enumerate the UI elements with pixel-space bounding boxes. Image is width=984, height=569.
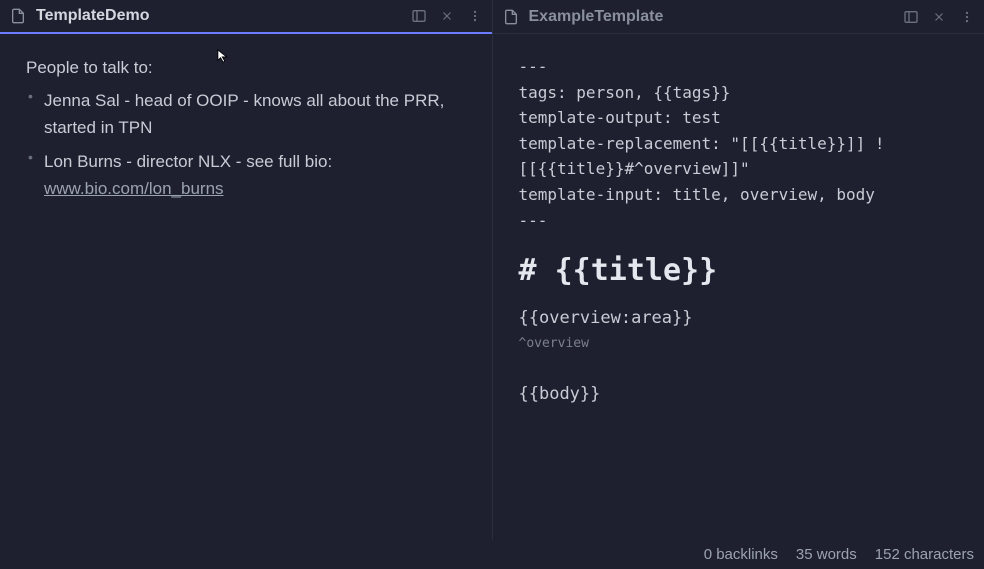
note-content-right[interactable]: --- tags: person, {{tags}} template-outp… (493, 34, 984, 428)
note-content-left[interactable]: People to talk to: Jenna Sal - head of O… (0, 34, 492, 228)
list-item: Lon Burns - director NLX - see full bio:… (26, 148, 466, 202)
tab-actions-right (902, 8, 976, 26)
file-icon (503, 9, 519, 25)
frontmatter-line: tags: person, {{tags}} (519, 80, 959, 106)
frontmatter-delim: --- (519, 208, 959, 234)
tab-title-right[interactable]: ExampleTemplate (529, 8, 903, 26)
list-item-text: Lon Burns - director NLX - see full bio: (44, 152, 332, 171)
template-overview: {{overview:area}} (519, 305, 959, 332)
status-bar: 0 backlinks 35 words 152 characters (694, 540, 984, 569)
frontmatter-delim: --- (519, 54, 959, 80)
template-block-ref: ^overview (519, 334, 959, 355)
frontmatter-line: template-replacement: "[[{{title}}]] ![[… (519, 131, 959, 182)
reading-mode-icon[interactable] (410, 7, 428, 25)
tab-bar-left: TemplateDemo (0, 0, 492, 34)
status-backlinks[interactable]: 0 backlinks (704, 546, 778, 563)
more-icon[interactable] (958, 8, 976, 26)
tab-bar-right: ExampleTemplate (493, 0, 984, 34)
tab-actions-left (410, 7, 484, 25)
right-pane: ExampleTemplate --- tags: person, {{tags… (493, 0, 984, 540)
external-link[interactable]: www.bio.com/lon_burns (44, 179, 224, 198)
status-words[interactable]: 35 words (796, 546, 857, 563)
list-item-text: Jenna Sal - head of OOIP - knows all abo… (44, 91, 444, 137)
tab-title-left[interactable]: TemplateDemo (36, 7, 410, 25)
frontmatter-line: template-output: test (519, 105, 959, 131)
status-chars[interactable]: 152 characters (875, 546, 974, 563)
more-icon[interactable] (466, 7, 484, 25)
template-heading: # {{title}} (519, 247, 959, 295)
left-pane: TemplateDemo People to talk to: Jenna Sa… (0, 0, 493, 540)
frontmatter-line: template-input: title, overview, body (519, 182, 959, 208)
close-icon[interactable] (438, 7, 456, 25)
template-body: {{body}} (519, 381, 959, 408)
heading-text: People to talk to: (26, 54, 466, 81)
reading-mode-icon[interactable] (902, 8, 920, 26)
list-item: Jenna Sal - head of OOIP - knows all abo… (26, 87, 466, 141)
file-icon (10, 8, 26, 24)
close-icon[interactable] (930, 8, 948, 26)
